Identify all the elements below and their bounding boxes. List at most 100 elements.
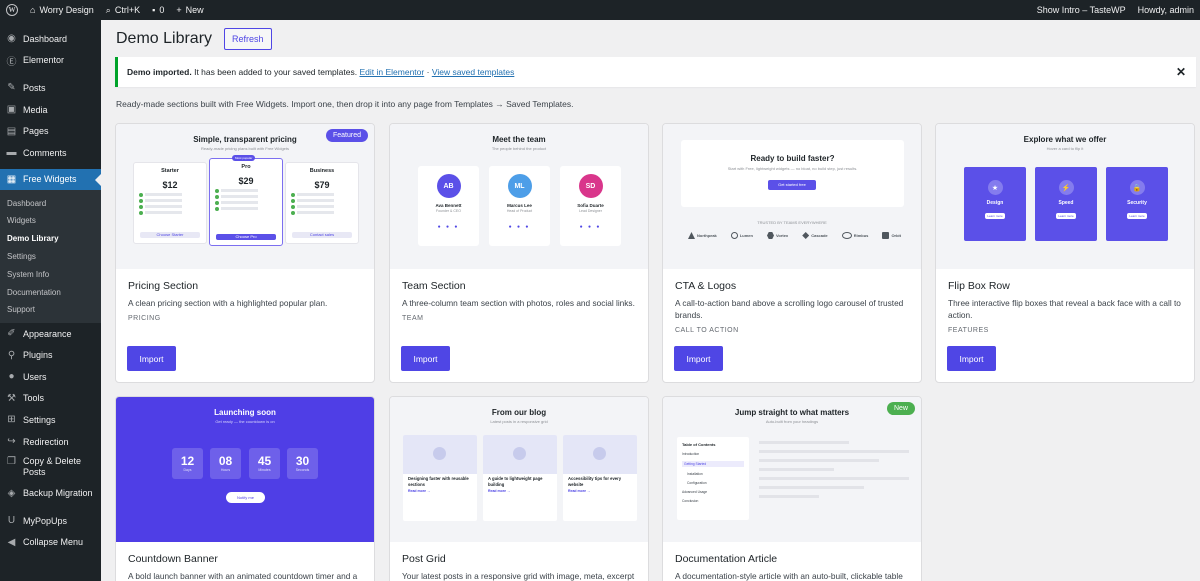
howdy-label: Howdy, admin xyxy=(1137,5,1194,15)
plus-icon: + xyxy=(176,5,182,15)
edit-in-elementor-link[interactable]: Edit in Elementor xyxy=(359,67,424,77)
toc-title: Table of Contents xyxy=(682,442,716,447)
read-more: Read more → xyxy=(408,489,431,493)
card-description: A call-to-action band above a scrolling … xyxy=(675,298,904,320)
copy-icon: ❐ xyxy=(7,456,16,468)
menu-comments[interactable]: ▬ Comments xyxy=(0,142,101,164)
menu-mypopups[interactable]: U MyPopUps xyxy=(0,510,101,532)
logo: Lumen xyxy=(730,232,753,239)
card-preview: Ready to build faster? Start with Free, … xyxy=(663,124,921,269)
account-menu[interactable]: Howdy, admin xyxy=(1132,0,1200,20)
pin-icon: ✎ xyxy=(7,82,16,94)
card-category: PRICING xyxy=(128,315,161,322)
import-button[interactable]: Import xyxy=(401,346,450,371)
comments-link[interactable]: ▪ 0 xyxy=(146,0,170,20)
menu-free-widgets[interactable]: ▦ Free Widgets xyxy=(0,168,101,191)
submenu-system-info[interactable]: System Info xyxy=(0,265,101,283)
plan-name: Starter xyxy=(161,168,179,174)
plan-price: $12 xyxy=(162,180,178,190)
table-of-contents: Table of Contents Introduction Getting S… xyxy=(677,437,749,520)
wordpress-logo[interactable]: W xyxy=(0,0,24,20)
menu-users[interactable]: ● Users xyxy=(0,366,101,388)
logo-name: Northpeak xyxy=(697,233,717,238)
member-role: Lead Designer xyxy=(579,209,602,213)
refresh-button[interactable]: Refresh xyxy=(224,28,272,50)
view-saved-templates-link[interactable]: View saved templates xyxy=(432,67,515,77)
logo-name: Orbit xyxy=(891,233,901,238)
member-name: Ava Bennett xyxy=(435,203,462,208)
demo-card-countdown: Launching soon Get ready — the countdown… xyxy=(115,396,375,581)
redirect-icon: ↪ xyxy=(7,436,16,447)
logo: Northpeak xyxy=(688,232,717,239)
import-button[interactable]: Import xyxy=(127,346,176,371)
submenu-dashboard[interactable]: Dashboard xyxy=(0,194,101,212)
search-shortcut[interactable]: ⌕ Ctrl+K xyxy=(100,0,146,20)
plan-name: Pro xyxy=(241,164,251,170)
menu-pages[interactable]: ▤ Pages xyxy=(0,120,101,142)
countdown-unit: Days xyxy=(183,468,192,472)
menu-redirection[interactable]: ↪ Redirection xyxy=(0,431,101,453)
preview-title: Jump straight to what matters xyxy=(734,408,850,417)
menu-media[interactable]: ▣ Media xyxy=(0,99,101,121)
menu-dashboard[interactable]: ◉ Dashboard xyxy=(0,28,101,50)
toc-item: Configuration xyxy=(687,481,707,485)
menu-label: Tools xyxy=(23,393,45,404)
menu-plugins[interactable]: ⚲ Plugins xyxy=(0,344,101,366)
pricing-plan: Starter $12 Choose Starter xyxy=(133,162,207,244)
menu-appearance[interactable]: ✐ Appearance xyxy=(0,323,101,345)
menu-settings[interactable]: ⊞ Settings xyxy=(0,409,101,431)
countdown-number: 08 xyxy=(218,454,233,468)
menu-elementor[interactable]: Ⓔ Elementor xyxy=(0,50,101,72)
menu-tools[interactable]: ⚒ Tools xyxy=(0,388,101,410)
show-intro-label: Show Intro – TasteWP xyxy=(1036,5,1126,15)
notice-text: It has been added to your saved template… xyxy=(194,67,358,77)
countdown-number: 12 xyxy=(180,454,195,468)
countdown-unit: Hours xyxy=(220,468,231,472)
toc-item: Introduction xyxy=(682,452,700,456)
card-category: FEATURES xyxy=(948,327,989,334)
card-description: Three interactive flip boxes that reveal… xyxy=(948,298,1181,320)
cta-band: Ready to build faster? Start with Free, … xyxy=(681,140,904,207)
blog-post: A guide to lightweight page building Read… xyxy=(483,435,557,521)
comments-count: 0 xyxy=(159,5,165,15)
submenu-documentation[interactable]: Documentation xyxy=(0,283,101,301)
import-button[interactable]: Import xyxy=(674,346,723,371)
menu-copy-delete-posts[interactable]: ❐ Copy & Delete Posts xyxy=(0,452,101,482)
card-category: CALL TO ACTION xyxy=(675,327,739,334)
menu-label: Media xyxy=(23,104,48,115)
plan-price-value: 12 xyxy=(167,180,178,190)
demo-card-documentation: Jump straight to what matters Auto-built… xyxy=(662,396,922,581)
countdown-number: 30 xyxy=(295,454,310,468)
dismiss-notice-icon[interactable]: ✕ xyxy=(1176,65,1186,79)
show-intro-link[interactable]: Show Intro – TasteWP xyxy=(1031,0,1132,20)
users-icon: ● xyxy=(8,371,15,383)
logo-name: Cascade xyxy=(811,233,828,238)
menu-label: Redirection xyxy=(23,436,69,447)
flip-box-title: Design xyxy=(986,200,1004,206)
preview-title: Explore what we offer xyxy=(1023,135,1107,144)
submenu-settings[interactable]: Settings xyxy=(0,248,101,266)
main-content: Demo Library Refresh Demo imported. It h… xyxy=(101,20,1200,581)
new-content-link[interactable]: + New xyxy=(170,0,209,20)
menu-label: Comments xyxy=(23,147,67,158)
logo-name: Rimbus xyxy=(853,233,869,238)
menu-posts[interactable]: ✎ Posts xyxy=(0,77,101,99)
submenu-demo-library[interactable]: Demo Library xyxy=(0,230,101,248)
menu-backup-migration[interactable]: ◈ Backup Migration xyxy=(0,482,101,504)
preview-subtitle: Latest posts in a responsive grid xyxy=(490,419,548,424)
menu-label: Backup Migration xyxy=(23,488,93,499)
card-preview: From our blog Latest posts in a responsi… xyxy=(390,397,648,542)
site-name-link[interactable]: ⌂ Worry Design xyxy=(24,0,100,20)
menu-label: MyPopUps xyxy=(23,515,68,526)
demo-card-team: Meet the team The people behind the prod… xyxy=(389,123,649,383)
admin-sidebar: ◉ Dashboard Ⓔ Elementor ✎ Posts ▣ Media ▤ Pag… xyxy=(0,20,101,581)
wordpress-icon: W xyxy=(6,4,18,16)
post-title: Accessibility tips for every website xyxy=(568,476,622,487)
import-button[interactable]: Import xyxy=(947,346,996,371)
submenu-support[interactable]: Support xyxy=(0,301,101,319)
comment-icon: ▪ xyxy=(152,5,156,15)
submenu-widgets[interactable]: Widgets xyxy=(0,212,101,230)
member-role: Founder & CEO xyxy=(436,209,461,213)
menu-collapse[interactable]: ◀ Collapse Menu xyxy=(0,531,101,553)
preview-subtitle: Start with Free, lightweight widgets — n… xyxy=(727,166,858,171)
